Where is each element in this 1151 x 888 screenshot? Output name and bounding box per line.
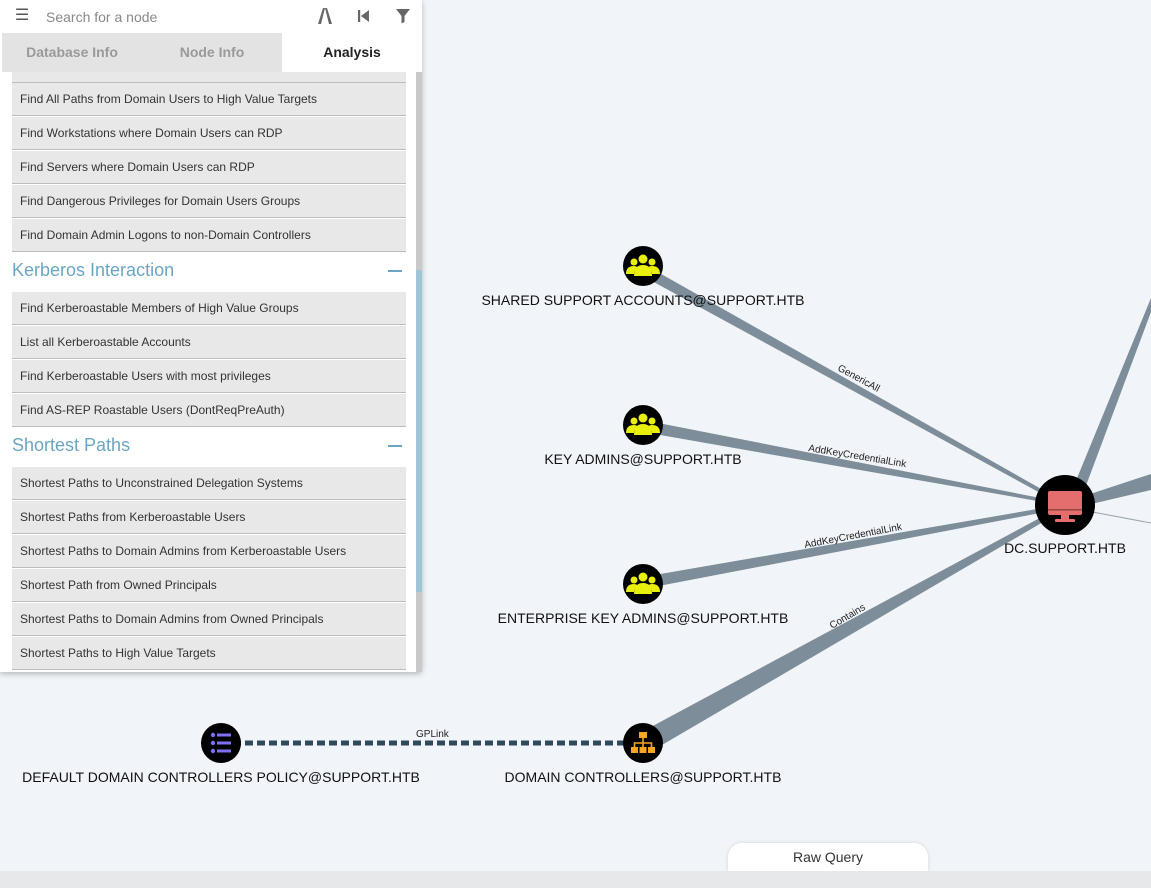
section-title: Shortest Paths [12, 435, 131, 455]
query-item[interactable]: Find Domain Admin Logons to non-Domain C… [12, 219, 406, 252]
scrollbar-thumb[interactable] [416, 270, 422, 592]
tab-analysis[interactable]: Analysis [282, 33, 422, 72]
query-item[interactable]: Find Dangerous Privileges for Domain Use… [12, 185, 406, 218]
section-header-kerberos-interaction[interactable]: Kerberos Interaction [12, 253, 406, 287]
search-bar: ☰ [0, 0, 422, 33]
query-item[interactable]: Find Workstations where Domain Users can… [12, 117, 406, 150]
list-icon [210, 732, 231, 754]
node-label-shared-support-accounts: SHARED SUPPORT ACCOUNTS@SUPPORT.HTB [481, 292, 804, 308]
node-label-default-domain-controllers-policy: DEFAULT DOMAIN CONTROLLERS POLICY@SUPPOR… [22, 769, 420, 785]
query-item[interactable]: Shortest Path from Owned Principals [12, 569, 406, 602]
search-input[interactable] [44, 5, 298, 29]
node-label-domain-controllers: DOMAIN CONTROLLERS@SUPPORT.HTB [505, 769, 782, 785]
pathfinding-icon[interactable] [316, 7, 334, 25]
query-item[interactable]: Shortest Paths to Domain Admins from Own… [12, 603, 406, 636]
edge-add-key-credential-link-2[interactable] [643, 504, 1066, 589]
bottom-bar [0, 871, 1151, 888]
edge-offscreen-1[interactable] [1066, 298, 1151, 507]
scrollbar[interactable] [416, 72, 422, 672]
ou-node-domain-controllers[interactable] [623, 723, 663, 763]
collapse-icon[interactable] [388, 445, 402, 447]
node-label-enterprise-key-admins: ENTERPRISE KEY ADMINS@SUPPORT.HTB [498, 610, 789, 626]
node-label-dc: DC.SUPPORT.HTB [1004, 540, 1126, 556]
query-item[interactable]: Find All Paths from Domain Users to High… [12, 83, 406, 116]
tab-database-info[interactable]: Database Info [2, 33, 142, 72]
group-node-shared-support-accounts[interactable] [623, 246, 663, 286]
computer-node-dc[interactable] [1035, 475, 1095, 535]
section-header-shortest-paths[interactable]: Shortest Paths [12, 428, 406, 462]
group-node-key-admins[interactable] [623, 405, 663, 445]
section-title: Kerberos Interaction [12, 260, 175, 280]
menu-icon[interactable]: ☰ [12, 6, 32, 26]
panel-tabs: Database Info Node Info Analysis [2, 33, 422, 72]
query-item[interactable]: Shortest Paths to High Value Targets [12, 637, 406, 670]
analysis-query-list: Find All Paths from Domain Users to High… [2, 72, 416, 672]
query-item[interactable]: List all Kerberoastable Accounts [12, 326, 406, 359]
collapse-icon[interactable] [388, 270, 402, 272]
query-item[interactable]: Find Kerberoastable Users with most priv… [12, 360, 406, 393]
query-item-partial[interactable] [12, 72, 406, 83]
query-item[interactable]: Shortest Paths to Domain Admins from Ker… [12, 535, 406, 568]
back-icon[interactable] [355, 7, 373, 25]
raw-query-button[interactable]: Raw Query [728, 843, 928, 873]
edge-label-gplink: GPLink [416, 729, 450, 740]
tab-node-info[interactable]: Node Info [142, 33, 282, 72]
query-item[interactable]: Shortest Paths from Kerberoastable Users [12, 501, 406, 534]
query-item[interactable]: Find Servers where Domain Users can RDP [12, 151, 406, 184]
left-panel: ☰ Database Info Node Info Analysis Find … [0, 0, 422, 672]
query-item[interactable]: Find Kerberoastable Members of High Valu… [12, 292, 406, 325]
group-node-enterprise-key-admins[interactable] [623, 564, 663, 604]
filter-icon[interactable] [394, 7, 412, 25]
node-label-key-admins: KEY ADMINS@SUPPORT.HTB [544, 451, 741, 467]
gpo-node-default-domain-controllers-policy[interactable] [201, 723, 241, 763]
query-item[interactable]: Shortest Paths to Unconstrained Delegati… [12, 467, 406, 500]
query-item[interactable]: Find AS-REP Roastable Users (DontReqPreA… [12, 394, 406, 427]
